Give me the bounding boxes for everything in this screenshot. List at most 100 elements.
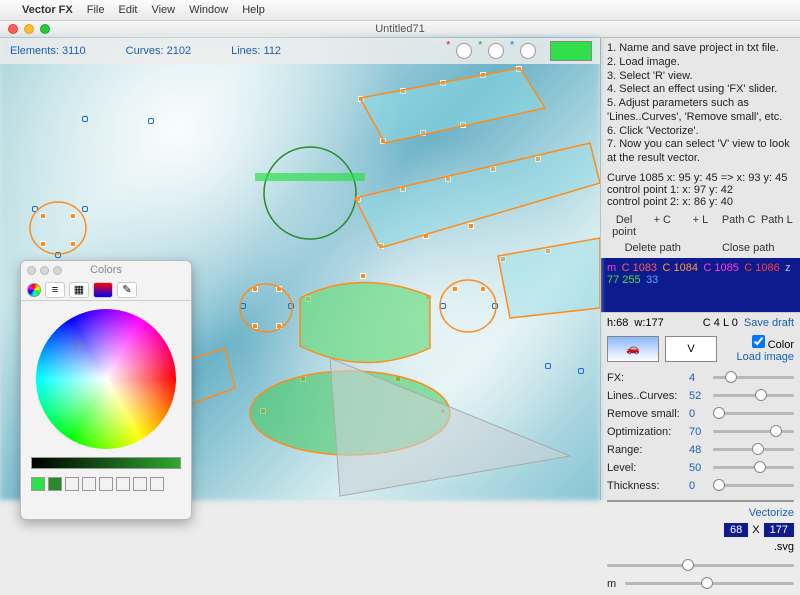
remove-small-slider[interactable]	[713, 412, 794, 415]
sidebar: 1. Name and save project in txt file. 2.…	[600, 38, 800, 500]
fx-slider[interactable]	[713, 376, 794, 379]
cl-label: C 4 L 0	[703, 317, 738, 329]
optimization-slider[interactable]	[713, 430, 794, 433]
color-wheel[interactable]	[36, 309, 176, 449]
file-ext-label: .svg	[774, 541, 794, 553]
instruction-line: 1. Name and save project in txt file.	[607, 42, 794, 56]
add-curve-button[interactable]: + C	[643, 212, 681, 240]
thickness-slider[interactable]	[713, 484, 794, 487]
swatch-current[interactable]	[31, 477, 45, 491]
swatch-item[interactable]	[48, 477, 62, 491]
vector-thumbnail[interactable]: V	[665, 336, 717, 362]
star-green-icon: *	[478, 40, 482, 51]
menu-edit[interactable]: Edit	[118, 4, 137, 16]
elements-label: Elements:	[10, 45, 59, 57]
progress-bar	[607, 500, 794, 502]
menu-help[interactable]: Help	[242, 4, 265, 16]
lines-curves-value: 52	[689, 390, 707, 402]
color-swatch[interactable]	[550, 41, 592, 61]
v-label: V	[687, 343, 694, 355]
m-label: m	[607, 578, 619, 590]
curves-value: 2102	[167, 45, 191, 57]
del-point-button[interactable]: Del point	[605, 212, 643, 240]
knob-green[interactable]	[488, 43, 504, 59]
star-red-icon: *	[446, 40, 450, 51]
swatch-empty[interactable]	[133, 477, 147, 491]
path-token: C 1084	[662, 262, 697, 274]
curves-label: Curves:	[126, 45, 164, 57]
image-thumbnail[interactable]: 🚗	[607, 336, 659, 362]
color-sliders-tab[interactable]: ≡	[45, 282, 65, 298]
color-wheel-cursor[interactable]	[74, 341, 82, 349]
star-blue-icon: *	[510, 40, 514, 51]
m-slider[interactable]	[625, 582, 794, 585]
dims-x: X	[752, 524, 759, 536]
knob-blue[interactable]	[520, 43, 536, 59]
path-c-button[interactable]: Path C	[720, 212, 758, 240]
color-checkbox[interactable]	[752, 335, 765, 348]
close-path-button[interactable]: Close path	[701, 240, 797, 256]
color-wheel-tab[interactable]	[27, 283, 41, 297]
remove-small-label: Remove small:	[607, 408, 683, 420]
swatch-empty[interactable]	[116, 477, 130, 491]
path-string[interactable]: m C 1083 C 1084 C 1085 C 1086 z 77 255 3…	[601, 258, 800, 312]
vectorize-button[interactable]: Vectorize	[749, 507, 794, 519]
swatch-empty[interactable]	[150, 477, 164, 491]
minimize-window-button[interactable]	[24, 24, 34, 34]
path-token-z: z	[785, 262, 791, 274]
lines-curves-slider[interactable]	[713, 394, 794, 397]
colors-panel[interactable]: Colors ≡ ▦ ✎	[20, 260, 192, 520]
save-draft-button[interactable]: Save draft	[744, 317, 794, 329]
path-token-color: 77 255	[607, 274, 641, 286]
menu-file[interactable]: File	[87, 4, 105, 16]
bottom-slider-1[interactable]	[607, 564, 794, 567]
thickness-value: 0	[689, 480, 707, 492]
path-l-button[interactable]: Path L	[758, 212, 796, 240]
menubar: Vector FX File Edit View Window Help	[0, 0, 800, 20]
color-palettes-tab[interactable]: ▦	[69, 282, 89, 298]
path-token: C 1083	[622, 262, 657, 274]
instruction-line: 3. Select 'R' view.	[607, 70, 794, 84]
menu-window[interactable]: Window	[189, 4, 228, 16]
knob-red[interactable]	[456, 43, 472, 59]
height-label: h:68	[607, 317, 628, 329]
output-height-input[interactable]: 177	[764, 523, 794, 537]
app-menu[interactable]: Vector FX	[22, 4, 73, 16]
level-slider[interactable]	[713, 466, 794, 469]
color-checkbox-label: Color	[768, 339, 794, 351]
zoom-window-button[interactable]	[40, 24, 50, 34]
range-label: Range:	[607, 444, 683, 456]
range-slider[interactable]	[713, 448, 794, 451]
lines-label: Lines:	[231, 45, 260, 57]
lines-curves-label: Lines..Curves:	[607, 390, 683, 402]
path-token-color: 33	[646, 274, 658, 286]
close-window-button[interactable]	[8, 24, 18, 34]
lines-value: 112	[264, 45, 282, 57]
optimization-value: 70	[689, 426, 707, 438]
brightness-slider[interactable]	[31, 457, 181, 469]
control-point-2: control point 2: x: 86 y: 40	[607, 196, 794, 208]
instructions: 1. Name and save project in txt file. 2.…	[601, 38, 800, 170]
load-image-button[interactable]: Load image	[737, 351, 795, 363]
level-label: Level:	[607, 462, 683, 474]
swatch-empty[interactable]	[99, 477, 113, 491]
instruction-line: 6. Click 'Vectorize'.	[607, 125, 794, 139]
control-point-1: control point 1: x: 97 y: 42	[607, 184, 794, 196]
delete-path-button[interactable]: Delete path	[605, 240, 701, 256]
instruction-line: 5. Adjust parameters such as 'Lines..Cur…	[607, 97, 794, 125]
fx-value: 4	[689, 372, 707, 384]
color-spectrum-tab[interactable]	[93, 282, 113, 298]
canvas-area[interactable]: Elements: 3110 Curves: 2102 Lines: 112 *…	[0, 38, 600, 500]
level-value: 50	[689, 462, 707, 474]
swatch-empty[interactable]	[65, 477, 79, 491]
width-label: w:177	[634, 317, 663, 329]
swatch-empty[interactable]	[82, 477, 96, 491]
sliders-group: FX:4 Lines..Curves:52 Remove small:0 Opt…	[601, 367, 800, 497]
add-line-button[interactable]: + L	[681, 212, 719, 240]
color-pencils-tab[interactable]: ✎	[117, 282, 137, 298]
menu-view[interactable]: View	[151, 4, 175, 16]
instruction-line: 7. Now you can select 'V' view to look a…	[607, 138, 794, 166]
path-buttons: Del point + C + L Path C Path L Delete p…	[601, 210, 800, 258]
output-width-input[interactable]: 68	[724, 523, 748, 537]
elements-value: 3110	[62, 45, 86, 57]
